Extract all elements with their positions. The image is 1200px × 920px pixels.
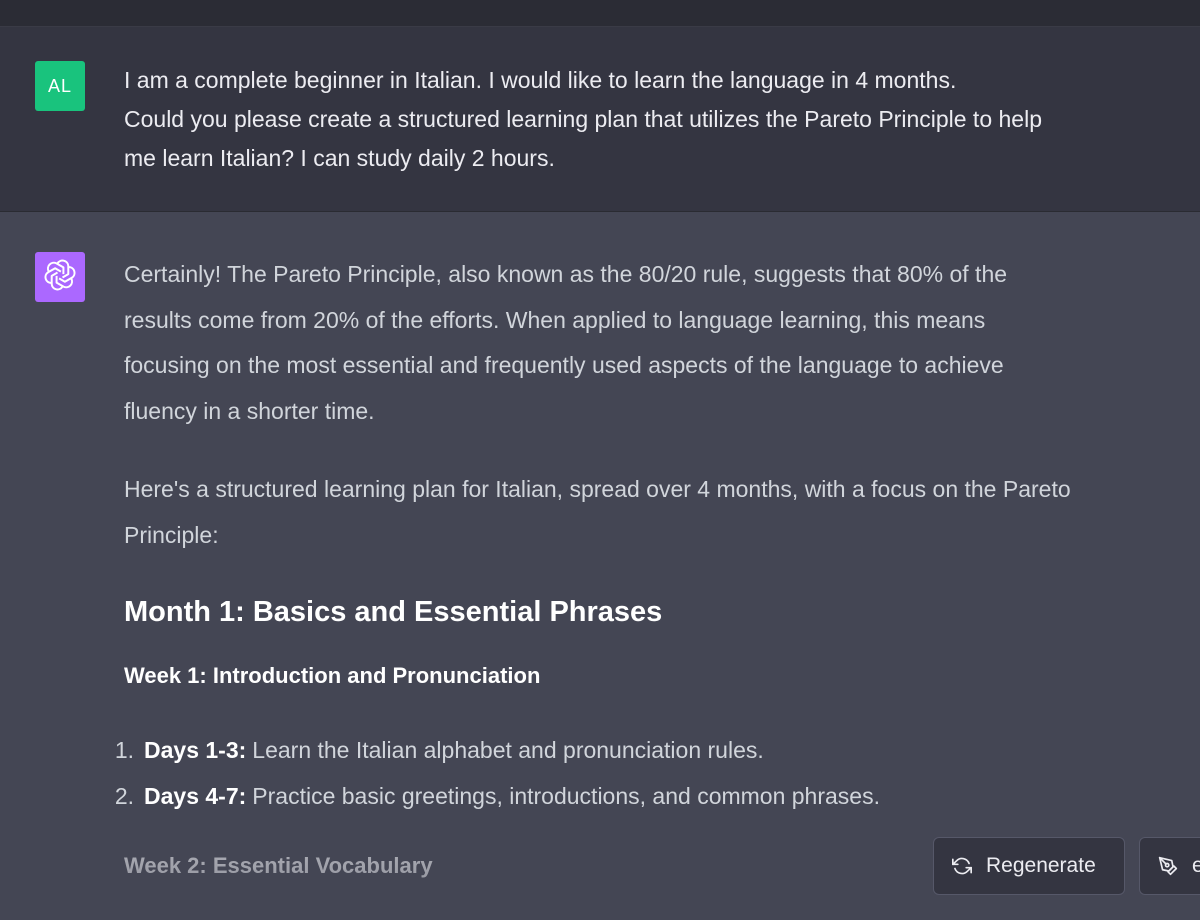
- plan-line: Here's a structured learning plan for It…: [124, 476, 1071, 502]
- list-item-label: Days 4-7:: [144, 783, 247, 809]
- month-heading: Month 1: Basics and Essential Phrases: [124, 596, 663, 628]
- intro-line: Certainly! The Pareto Principle, also kn…: [124, 261, 1008, 287]
- list-item: 2. Days 4-7: Practice basic greetings, i…: [100, 773, 1200, 819]
- user-message: AL I am a complete beginner in Italian. …: [0, 27, 1200, 212]
- list-item-label: Days 1-3:: [144, 737, 247, 763]
- assistant-avatar: [35, 252, 85, 302]
- plan-paragraph: Here's a structured learning plan for It…: [124, 467, 1200, 558]
- regenerate-label: Regenerate: [986, 854, 1096, 877]
- user-message-text: I am a complete beginner in Italian. I w…: [124, 61, 1184, 178]
- intro-line: results come from 20% of the efforts. Wh…: [124, 306, 986, 333]
- intro-paragraph: Certainly! The Pareto Principle, also kn…: [124, 252, 1200, 434]
- assistant-message-content: Certainly! The Pareto Principle, also kn…: [115, 252, 1200, 881]
- refresh-icon: [952, 856, 972, 876]
- pen-icon: [1158, 856, 1178, 876]
- user-avatar: AL: [35, 61, 85, 111]
- openai-logo-icon: [43, 258, 77, 297]
- intro-line: focusing on the most essential and frequ…: [124, 352, 1004, 378]
- list-number: 2.: [114, 783, 134, 809]
- week1-list: 1. Days 1-3: Learn the Italian alphabet …: [100, 727, 1200, 819]
- week1-heading: Week 1: Introduction and Pronunciation: [124, 663, 541, 688]
- edit-label: e: [1192, 854, 1200, 878]
- list-item: 1. Days 1-3: Learn the Italian alphabet …: [100, 727, 1200, 773]
- edit-button[interactable]: e: [1139, 837, 1200, 895]
- list-item-text: Learn the Italian alphabet and pronuncia…: [252, 737, 764, 763]
- assistant-message: Certainly! The Pareto Principle, also kn…: [0, 212, 1200, 920]
- chat-page: AL I am a complete beginner in Italian. …: [0, 0, 1200, 920]
- top-bar: [0, 0, 1200, 27]
- regenerate-button[interactable]: Regenerate: [933, 837, 1125, 895]
- intro-line: fluency in a shorter time.: [124, 397, 375, 424]
- user-message-line: I am a complete beginner in Italian. I w…: [124, 67, 957, 93]
- list-item-text: Practice basic greetings, introductions,…: [252, 783, 880, 809]
- list-number: 1.: [114, 737, 134, 763]
- user-message-line: Could you please create a structured lea…: [124, 106, 1042, 132]
- user-message-line: me learn Italian? I can study daily 2 ho…: [124, 145, 555, 171]
- plan-line: Principle:: [124, 521, 219, 548]
